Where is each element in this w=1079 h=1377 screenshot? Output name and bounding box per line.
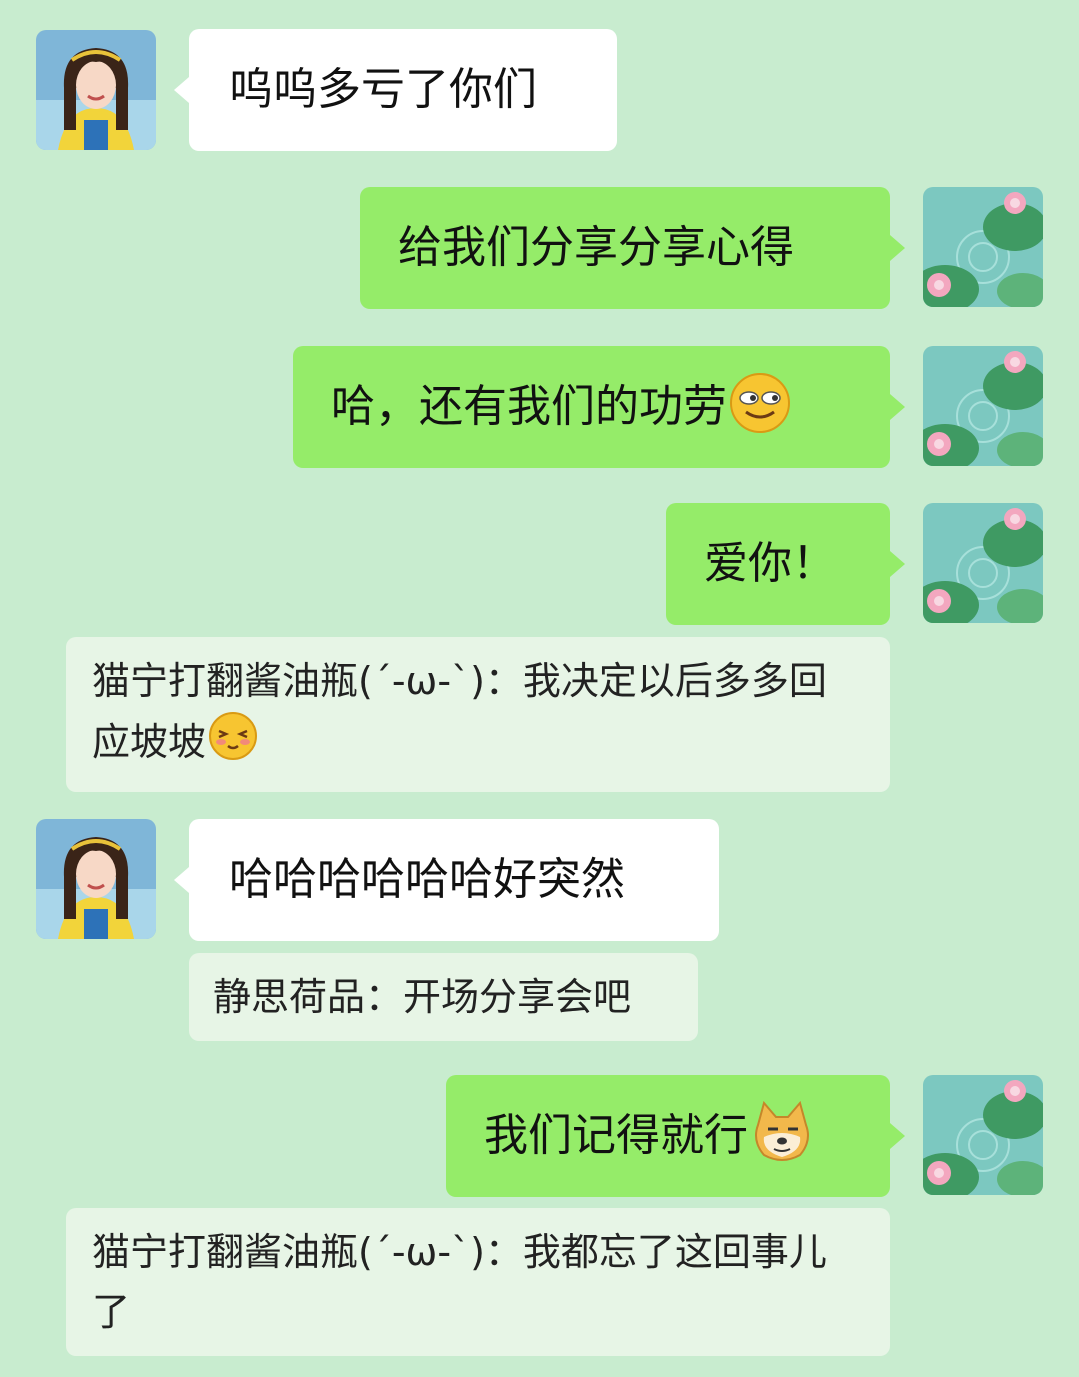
message-bubble-outgoing[interactable]: 给我们分享分享心得: [360, 187, 905, 309]
doge-emoji: [750, 1100, 814, 1171]
self-avatar[interactable]: [923, 503, 1043, 623]
message-text: 呜呜多亏了你们: [229, 64, 537, 115]
shy-face-emoji: [208, 711, 258, 778]
girl-avatar-image: [36, 819, 156, 939]
lotus-pond-avatar-image: [923, 346, 1043, 466]
smirk-face-emoji: [729, 372, 791, 442]
quote-text: 猫宁打翻酱油瓶(´-ω-`)：我都忘了这回事儿了: [92, 1230, 827, 1334]
message-bubble-incoming[interactable]: 哈哈哈哈哈哈好突然: [174, 819, 719, 941]
message-bubble-outgoing[interactable]: 哈，还有我们的功劳: [293, 346, 905, 468]
quoted-message[interactable]: 静思荷品：开场分享会吧: [189, 953, 698, 1041]
self-avatar[interactable]: [923, 346, 1043, 466]
girl-avatar-image: [36, 30, 156, 150]
message-bubble-outgoing[interactable]: 我们记得就行: [446, 1075, 905, 1197]
message-bubble-outgoing[interactable]: 爱你！: [666, 503, 905, 625]
message-bubble-incoming[interactable]: 呜呜多亏了你们: [174, 29, 617, 151]
quote-text: 静思荷品：开场分享会吧: [213, 975, 632, 1019]
message-text: 哈，还有我们的功劳: [331, 381, 727, 432]
message-text: 哈哈哈哈哈哈好突然: [229, 854, 625, 905]
contact-avatar[interactable]: [36, 30, 156, 150]
lotus-pond-avatar-image: [923, 1075, 1043, 1195]
self-avatar[interactable]: [923, 187, 1043, 307]
lotus-pond-avatar-image: [923, 503, 1043, 623]
quote-text: 猫宁打翻酱油瓶(´-ω-`)：我决定以后多多回应坡坡: [92, 659, 827, 764]
message-text: 给我们分享分享心得: [398, 222, 794, 273]
self-avatar[interactable]: [923, 1075, 1043, 1195]
message-text: 爱你！: [704, 538, 836, 589]
chat-area: 呜呜多亏了你们 给我们分享分享心得 哈，还有我们的功劳 爱你！ 猫宁打翻酱油瓶(…: [0, 0, 1079, 1377]
quoted-message[interactable]: 猫宁打翻酱油瓶(´-ω-`)：我决定以后多多回应坡坡: [66, 637, 890, 792]
quoted-message[interactable]: 猫宁打翻酱油瓶(´-ω-`)：我都忘了这回事儿了: [66, 1208, 890, 1356]
message-text: 我们记得就行: [484, 1110, 748, 1161]
contact-avatar[interactable]: [36, 819, 156, 939]
lotus-pond-avatar-image: [923, 187, 1043, 307]
